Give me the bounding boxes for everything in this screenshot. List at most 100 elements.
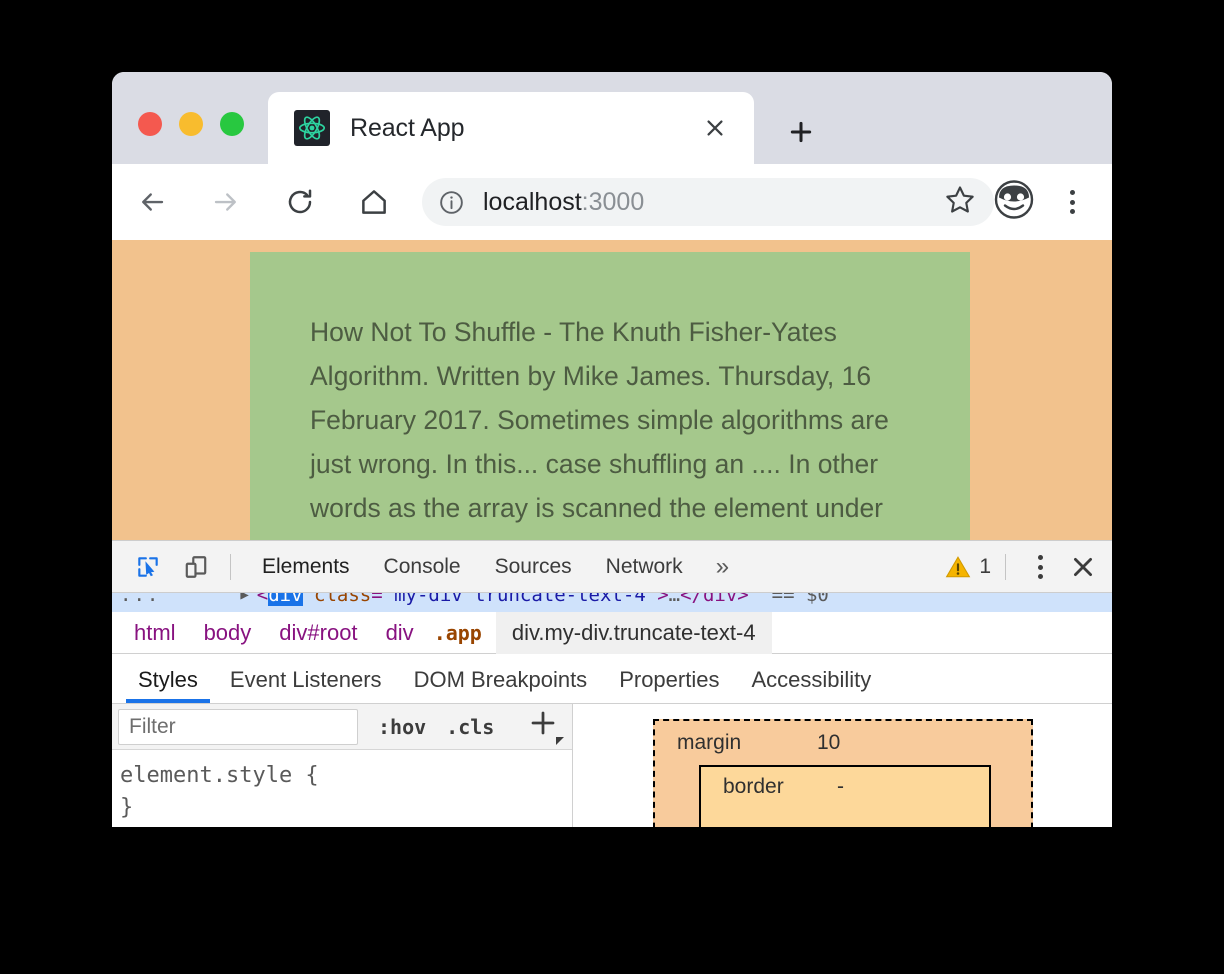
home-button[interactable] — [348, 176, 400, 228]
breadcrumb-item-div-root[interactable]: div#root — [265, 612, 371, 654]
new-style-rule-button[interactable] — [528, 708, 558, 746]
tab-styles[interactable]: Styles — [122, 657, 214, 703]
devtools-panel: Elements Console Sources Network » 1 ...… — [112, 540, 1112, 827]
avatar-icon[interactable] — [992, 178, 1036, 227]
close-icon[interactable] — [698, 111, 732, 145]
arrow-left-icon — [142, 193, 164, 211]
forward-button[interactable] — [200, 176, 252, 228]
react-logo-icon — [294, 110, 330, 146]
screen-background — [0, 827, 1224, 974]
reload-icon — [288, 189, 312, 214]
browser-window: React App localhost:3000 How Not To Shuf… — [112, 72, 1112, 827]
warning-count: 1 — [979, 555, 991, 578]
browser-tab-react-app[interactable]: React App — [268, 92, 754, 164]
breadcrumb: html body div#root div .app div.my-div.tr… — [112, 611, 1112, 654]
kebab-dot — [1069, 199, 1075, 205]
box-model-margin[interactable]: margin 10 border - — [653, 719, 1033, 827]
tab-sources[interactable]: Sources — [478, 541, 589, 593]
dom-children-ellipsis: … — [668, 593, 681, 606]
url-port: :3000 — [581, 187, 645, 216]
device-toolbar-icon[interactable] — [176, 547, 216, 587]
dom-close-tag: </div> — [680, 593, 749, 606]
tab-console[interactable]: Console — [367, 541, 478, 593]
devtools-menu-button[interactable] — [1028, 553, 1052, 581]
inspect-element-icon[interactable] — [128, 547, 168, 587]
triangle-right-icon[interactable]: ▶ — [240, 593, 248, 603]
kebab-dot — [1069, 209, 1075, 214]
breadcrumb-item-selected[interactable]: div.my-div.truncate-text-4 — [495, 611, 772, 654]
toolbar-divider — [230, 553, 231, 580]
element-style-selector: element.style { — [120, 763, 319, 788]
tab-strip: React App — [112, 72, 1112, 164]
breadcrumb-item-div-app[interactable]: div .app — [372, 612, 496, 654]
kebab-dot — [1037, 574, 1043, 579]
breadcrumb-item-html[interactable]: html — [120, 612, 190, 654]
dom-tag-name: div — [268, 593, 303, 606]
kebab-dot — [1037, 555, 1043, 560]
tab-event-listeners[interactable]: Event Listeners — [214, 657, 398, 703]
close-icon — [1074, 558, 1092, 576]
kebab-dot — [1069, 190, 1075, 195]
breadcrumb-item-body[interactable]: body — [190, 612, 266, 654]
tab-elements[interactable]: Elements — [245, 541, 367, 593]
dom-attr-value: "my-div truncate-text-4" — [382, 593, 658, 606]
window-controls — [138, 112, 244, 136]
dom-attr-name: class — [314, 593, 372, 606]
article-text: How Not To Shuffle - The Knuth Fisher-Ya… — [310, 317, 889, 523]
filter-input[interactable] — [118, 708, 358, 745]
tab-dom-breakpoints[interactable]: DOM Breakpoints — [398, 657, 604, 703]
chevron-double-right-icon[interactable]: » — [700, 543, 745, 591]
devtools-close-button[interactable] — [1070, 554, 1096, 580]
styles-panes: :hov .cls element.style { } margin — [112, 704, 1112, 827]
element-style-rule[interactable]: element.style { } — [112, 750, 572, 824]
dom-markup: <div class="my-div truncate-text-4">…</d… — [257, 593, 829, 606]
margin-label: margin — [677, 731, 742, 754]
toolbar-divider — [1005, 554, 1006, 580]
styles-filter-bar: :hov .cls — [112, 704, 572, 750]
sidebar-tabs: Styles Event Listeners DOM Breakpoints P… — [112, 654, 1112, 704]
window-close-button[interactable] — [138, 112, 162, 136]
my-div-truncate-text-4[interactable]: How Not To Shuffle - The Knuth Fisher-Ya… — [250, 252, 970, 540]
box-model-pane: margin 10 border - — [573, 704, 1112, 827]
page-viewport: How Not To Shuffle - The Knuth Fisher-Ya… — [112, 240, 1112, 540]
warning-triangle-icon — [945, 556, 971, 578]
hov-toggle[interactable]: :hov — [378, 715, 426, 739]
tab-properties[interactable]: Properties — [603, 657, 735, 703]
back-button[interactable] — [126, 176, 178, 228]
border-value[interactable]: - — [837, 775, 844, 799]
styles-pane: :hov .cls element.style { } — [112, 704, 573, 827]
dom-ellipsis[interactable]: ... — [120, 593, 160, 606]
address-bar[interactable]: localhost:3000 — [422, 178, 994, 226]
new-tab-button[interactable] — [774, 106, 828, 158]
element-style-close-brace: } — [120, 795, 134, 820]
warning-indicator[interactable]: 1 — [945, 554, 991, 580]
arrow-right-icon — [214, 193, 236, 211]
kebab-dot — [1037, 564, 1043, 570]
tab-accessibility[interactable]: Accessibility — [735, 657, 887, 703]
plus-icon — [531, 711, 555, 735]
url-text: localhost:3000 — [483, 188, 644, 217]
tab-title: React App — [350, 113, 465, 142]
star-icon[interactable] — [944, 184, 976, 221]
plus-icon — [790, 121, 812, 143]
dom-tree-row[interactable]: ... ▶ <div class="my-div truncate-text-4… — [112, 593, 1112, 612]
window-minimize-button[interactable] — [179, 112, 203, 136]
dom-tree-row-inner: ... ▶ <div class="my-div truncate-text-4… — [112, 593, 829, 610]
url-host: localhost — [483, 187, 582, 216]
browser-toolbar: localhost:3000 — [112, 164, 1112, 240]
devtools-toolbar: Elements Console Sources Network » 1 — [112, 541, 1112, 593]
window-maximize-button[interactable] — [220, 112, 244, 136]
dom-close-bracket: > — [657, 593, 669, 606]
dom-equals: == — [771, 593, 795, 606]
reload-button[interactable] — [274, 176, 326, 228]
box-model-border[interactable]: border - — [699, 765, 991, 827]
cls-toggle[interactable]: .cls — [446, 715, 494, 739]
browser-menu-button[interactable] — [1060, 187, 1084, 217]
dom-open-bracket: < — [256, 593, 269, 606]
info-circle-icon[interactable] — [438, 189, 465, 216]
dom-dollar-zero: $0 — [805, 593, 829, 606]
devtools-toolbar-right: 1 — [945, 541, 1096, 593]
margin-value[interactable]: 10 — [817, 731, 840, 755]
tab-network[interactable]: Network — [589, 541, 700, 593]
new-style-rule-caret-icon[interactable] — [556, 737, 564, 745]
